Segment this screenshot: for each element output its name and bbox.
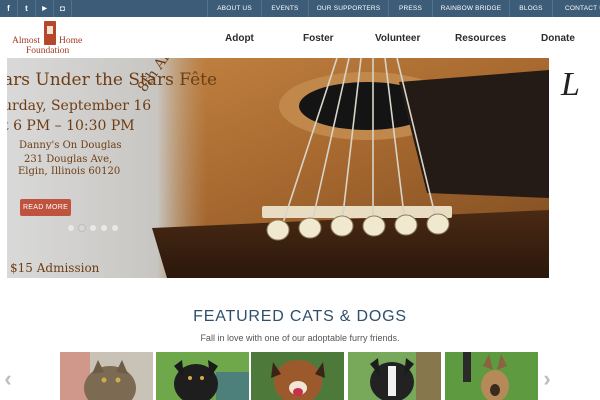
pet-card-dog-black[interactable] — [156, 352, 249, 400]
slider-dot-3[interactable] — [90, 225, 96, 231]
logo-text-foundation: Foundation — [26, 46, 70, 56]
site-logo[interactable]: Almost Home Foundation — [12, 21, 92, 56]
hero-address-line2: Elgin, Illinois 60120 — [18, 166, 121, 177]
next-slide-preview: L — [549, 58, 600, 278]
top-link-rainbow-bridge[interactable]: RAINBOW BRIDGE — [432, 0, 509, 17]
logo-text-home: Home — [59, 36, 83, 46]
featured-subtitle: Fall in love with one of our adoptable f… — [200, 333, 400, 343]
instagram-icon[interactable]: ◘ — [54, 0, 72, 17]
next-slide-glyph: L — [561, 66, 580, 103]
carousel-prev-icon[interactable]: ‹ — [1, 368, 15, 390]
top-link-blogs[interactable]: BLOGS — [509, 0, 552, 17]
top-link-about-us[interactable]: ABOUT US — [207, 0, 261, 17]
hero-admission: $15 Admission — [10, 261, 100, 275]
carousel-next-icon[interactable]: › — [540, 368, 554, 390]
pet-card-cat[interactable] — [60, 352, 153, 400]
hero-title: ars Under the Stars Fête — [7, 70, 218, 90]
pet-photo-shepherd-dog — [445, 352, 538, 400]
top-link-contact-us[interactable]: CONTACT US — [552, 0, 600, 17]
hero-slider[interactable]: ars Under the Stars Fête urday, Septembe… — [7, 58, 549, 278]
read-more-button[interactable]: READ MORE — [20, 199, 71, 216]
pet-photo-black-dog — [156, 352, 249, 400]
top-link-events[interactable]: EVENTS — [261, 0, 308, 17]
hero-time: t 6 PM – 10:30 PM — [7, 118, 135, 134]
nav-foster[interactable]: Foster — [303, 33, 334, 44]
slider-dot-1[interactable] — [68, 225, 74, 231]
top-bar: f t ▶ ◘ ABOUT US EVENTS OUR SUPPORTERS P… — [0, 0, 600, 17]
facebook-icon[interactable]: f — [0, 0, 18, 17]
top-link-our-supporters[interactable]: OUR SUPPORTERS — [308, 0, 388, 17]
pet-photo-tabby-cat — [60, 352, 153, 400]
logo-mark — [44, 21, 56, 45]
top-link-press[interactable]: PRESS — [388, 0, 432, 17]
featured-heading: FEATURED CATS & DOGS — [193, 308, 407, 325]
pet-photo-black-white-dog — [348, 352, 441, 400]
pet-card-dog-shepherd[interactable] — [445, 352, 538, 400]
nav-volunteer[interactable]: Volunteer — [375, 33, 420, 44]
slider-dot-4[interactable] — [101, 225, 107, 231]
slider-dot-2[interactable] — [78, 224, 86, 232]
youtube-icon[interactable]: ▶ — [36, 0, 54, 17]
hero-date: urday, September 16 — [7, 98, 152, 114]
slider-dot-5[interactable] — [112, 225, 118, 231]
logo-text-almost: Almost — [12, 36, 40, 46]
hero-address-line1: 231 Douglas Ave, — [24, 154, 113, 165]
pet-photo-brown-dog — [251, 352, 344, 400]
pet-card-dog-brown[interactable] — [251, 352, 344, 400]
pet-card-dog-bw[interactable] — [348, 352, 441, 400]
nav-adopt[interactable]: Adopt — [225, 33, 254, 44]
twitter-icon[interactable]: t — [18, 0, 36, 17]
nav-donate[interactable]: Donate — [541, 33, 575, 44]
nav-resources[interactable]: Resources — [455, 33, 506, 44]
hero-venue: Danny's On Douglas — [19, 140, 122, 151]
